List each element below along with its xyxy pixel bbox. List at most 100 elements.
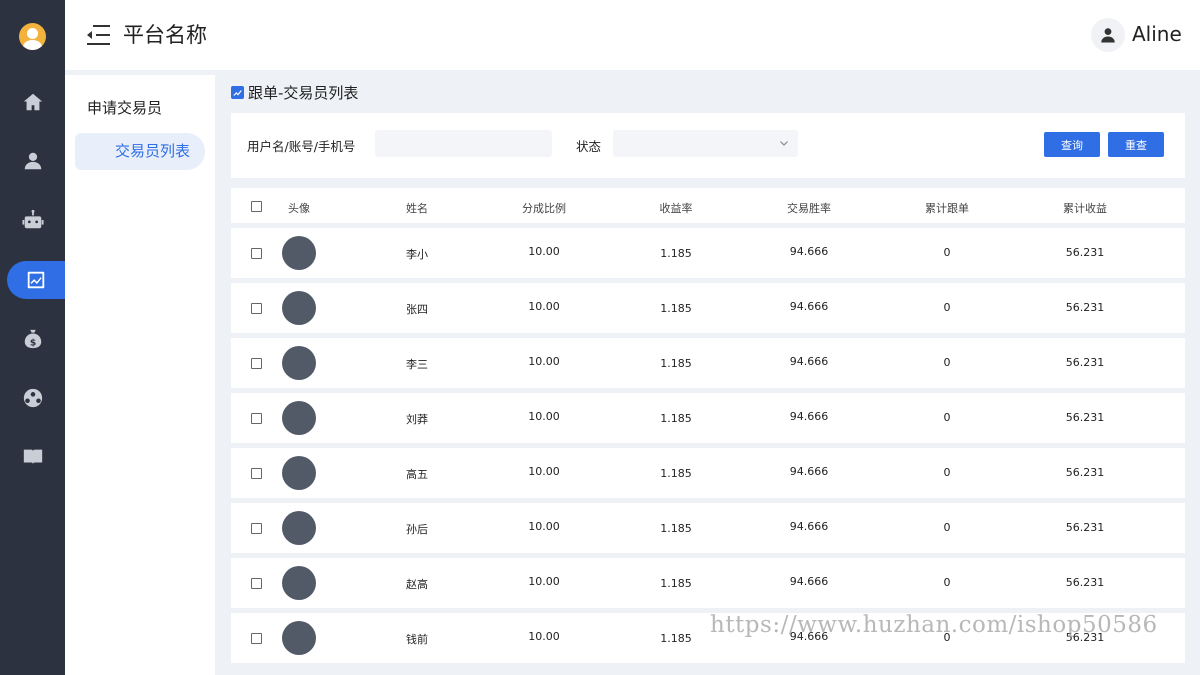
page-title: 平台名称 xyxy=(123,23,207,47)
cell-return-rate: 1.185 xyxy=(660,247,692,260)
reset-button[interactable]: 重查 xyxy=(1108,132,1164,157)
subnav-item-trader-list[interactable]: 交易员列表 xyxy=(75,133,205,170)
cell-total-profit: 56.231 xyxy=(1065,576,1105,589)
cell-name: 赵高 xyxy=(406,578,428,591)
avatar xyxy=(282,566,316,600)
chart-icon xyxy=(27,271,45,289)
select-all-checkbox[interactable] xyxy=(251,201,262,212)
user-name[interactable]: Aline xyxy=(1132,22,1182,46)
chevron-down-icon xyxy=(780,141,788,146)
table-row[interactable]: 李三 10.00 1.185 94.666 0 56.231 xyxy=(231,338,1185,388)
cell-return-rate: 1.185 xyxy=(660,577,692,590)
user-icon xyxy=(1101,28,1115,43)
user-search-input[interactable] xyxy=(375,130,552,157)
row-checkbox[interactable] xyxy=(251,468,262,479)
user-icon xyxy=(24,152,41,170)
search-button[interactable]: 查询 xyxy=(1044,132,1100,157)
cell-total-profit: 56.231 xyxy=(1065,466,1105,479)
sidebar-item-chart[interactable] xyxy=(7,261,65,299)
column-header-follow-count: 累计跟单 xyxy=(925,202,969,215)
avatar xyxy=(282,456,316,490)
cell-return-rate: 1.185 xyxy=(660,412,692,425)
cell-follow-count: 0 xyxy=(943,411,951,424)
cell-win-rate: 94.666 xyxy=(789,245,829,258)
sidebar-item-network[interactable] xyxy=(0,379,65,417)
table-row[interactable]: 李小 10.00 1.185 94.666 0 56.231 xyxy=(231,228,1185,278)
avatar xyxy=(282,401,316,435)
column-header-share-ratio: 分成比例 xyxy=(522,202,566,215)
avatar xyxy=(282,621,316,655)
cell-win-rate: 94.666 xyxy=(789,465,829,478)
table-row[interactable]: 孙后 10.00 1.185 94.666 0 56.231 xyxy=(231,503,1185,553)
section-header: 跟单-交易员列表 xyxy=(231,82,358,103)
book-icon xyxy=(23,449,42,465)
user-filter-label: 用户名/账号/手机号 xyxy=(247,139,356,154)
cell-share-ratio: 10.00 xyxy=(528,520,560,533)
top-header: 平台名称 Aline xyxy=(65,0,1200,70)
cell-share-ratio: 10.00 xyxy=(528,355,560,368)
home-icon xyxy=(23,93,42,111)
sidebar-item-home[interactable] xyxy=(0,83,65,121)
row-checkbox[interactable] xyxy=(251,523,262,534)
cell-name: 钱前 xyxy=(406,633,428,646)
svg-text:$: $ xyxy=(29,337,35,348)
cell-win-rate: 94.666 xyxy=(789,520,829,533)
row-checkbox[interactable] xyxy=(251,303,262,314)
table-row[interactable]: 刘莽 10.00 1.185 94.666 0 56.231 xyxy=(231,393,1185,443)
sidebar-item-user[interactable] xyxy=(0,142,65,180)
cell-total-profit: 56.231 xyxy=(1065,411,1105,424)
icon-sidebar: $ xyxy=(0,0,65,675)
avatar xyxy=(282,346,316,380)
table-row[interactable]: 赵高 10.00 1.185 94.666 0 56.231 xyxy=(231,558,1185,608)
cell-share-ratio: 10.00 xyxy=(528,410,560,423)
cell-total-profit: 56.231 xyxy=(1065,521,1105,534)
cell-total-profit: 56.231 xyxy=(1065,246,1105,259)
cell-return-rate: 1.185 xyxy=(660,467,692,480)
cell-return-rate: 1.185 xyxy=(660,632,692,645)
cell-follow-count: 0 xyxy=(943,521,951,534)
column-header-name: 姓名 xyxy=(406,202,428,215)
secondary-nav: 申请交易员 交易员列表 xyxy=(65,75,215,675)
cell-name: 孙后 xyxy=(406,523,428,536)
row-checkbox[interactable] xyxy=(251,413,262,424)
row-checkbox[interactable] xyxy=(251,633,262,644)
cell-return-rate: 1.185 xyxy=(660,357,692,370)
avatar xyxy=(282,236,316,270)
cell-total-profit: 56.231 xyxy=(1065,356,1105,369)
cell-share-ratio: 10.00 xyxy=(528,630,560,643)
brand-avatar-icon[interactable] xyxy=(19,23,46,50)
row-checkbox[interactable] xyxy=(251,578,262,589)
sidebar-item-docs[interactable] xyxy=(0,438,65,476)
status-select[interactable] xyxy=(613,130,798,157)
row-checkbox[interactable] xyxy=(251,248,262,259)
table-header: 头像 姓名 分成比例 收益率 交易胜率 累计跟单 累计收益 xyxy=(231,188,1185,223)
cell-follow-count: 0 xyxy=(943,301,951,314)
cell-share-ratio: 10.00 xyxy=(528,245,560,258)
avatar xyxy=(282,291,316,325)
cell-name: 李三 xyxy=(406,358,428,371)
cell-win-rate: 94.666 xyxy=(789,355,829,368)
sidebar-item-finance[interactable]: $ xyxy=(0,320,65,358)
robot-icon xyxy=(21,209,44,229)
table-row[interactable]: 高五 10.00 1.185 94.666 0 56.231 xyxy=(231,448,1185,498)
table-row[interactable]: 张四 10.00 1.185 94.666 0 56.231 xyxy=(231,283,1185,333)
cell-follow-count: 0 xyxy=(943,356,951,369)
cell-follow-count: 0 xyxy=(943,576,951,589)
user-avatar[interactable] xyxy=(1091,18,1125,52)
cell-win-rate: 94.666 xyxy=(789,575,829,588)
subnav-item-apply-trader[interactable]: 申请交易员 xyxy=(87,97,162,118)
column-header-win-rate: 交易胜率 xyxy=(787,202,831,215)
cell-name: 张四 xyxy=(406,303,428,316)
cell-name: 李小 xyxy=(406,248,428,261)
row-checkbox[interactable] xyxy=(251,358,262,369)
cell-share-ratio: 10.00 xyxy=(528,300,560,313)
filter-bar: 用户名/账号/手机号 状态 查询 重查 xyxy=(231,113,1185,178)
cell-follow-count: 0 xyxy=(943,246,951,259)
column-header-avatar: 头像 xyxy=(288,202,310,215)
menu-collapse-icon[interactable] xyxy=(85,22,111,48)
section-title: 跟单-交易员列表 xyxy=(248,84,359,102)
column-header-total-profit: 累计收益 xyxy=(1063,202,1107,215)
sidebar-item-robot[interactable] xyxy=(0,201,65,239)
cell-follow-count: 0 xyxy=(943,466,951,479)
cell-share-ratio: 10.00 xyxy=(528,575,560,588)
